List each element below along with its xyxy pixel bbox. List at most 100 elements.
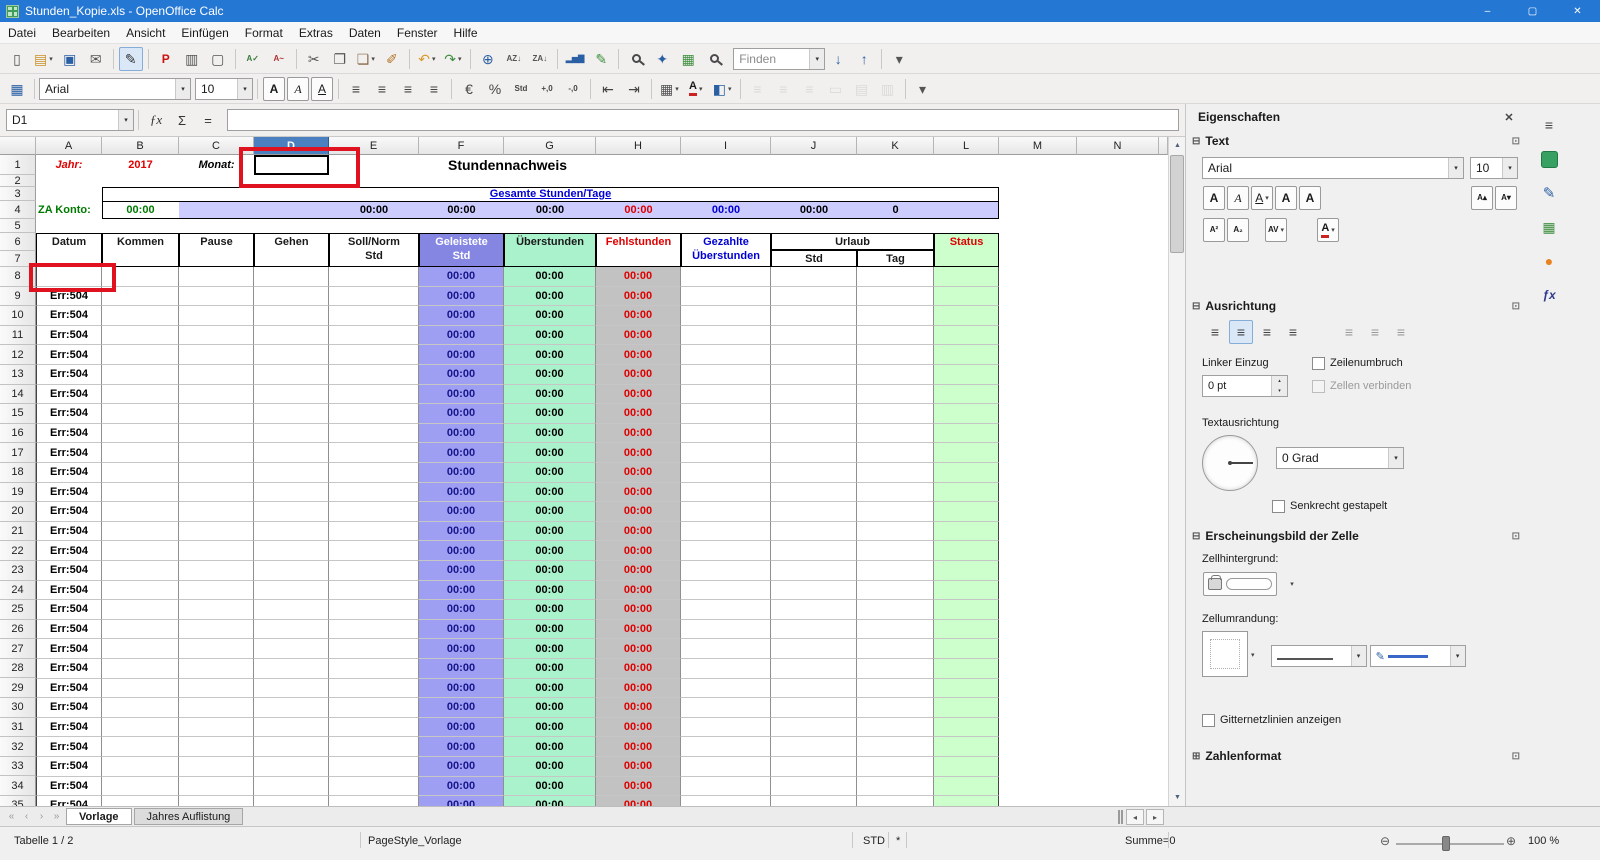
font-color-icon[interactable]: A▾ <box>1317 218 1339 242</box>
cell-F15[interactable]: 00:00 <box>419 404 504 424</box>
properties-deck-icon[interactable] <box>1536 146 1562 172</box>
cell-G20[interactable]: 00:00 <box>504 502 596 522</box>
cell-D16[interactable] <box>254 424 329 444</box>
cell-K22[interactable] <box>857 541 934 561</box>
gridlines-checkbox[interactable]: Gitternetzlinien anzeigen <box>1202 714 1341 727</box>
row-header-3[interactable]: 3 <box>0 187 36 201</box>
cell-B15[interactable] <box>102 404 179 424</box>
menu-hilfe[interactable]: Hilfe <box>446 22 486 43</box>
cell-D12[interactable] <box>254 345 329 365</box>
cell-K35[interactable] <box>857 796 934 806</box>
cell-E29[interactable] <box>329 679 419 699</box>
cell-J19[interactable] <box>771 483 857 503</box>
cell-F19[interactable]: 00:00 <box>419 483 504 503</box>
cell-E27[interactable] <box>329 639 419 659</box>
cell-I28[interactable] <box>681 659 771 679</box>
tab-jahres-auflistung[interactable]: Jahres Auflistung <box>134 808 244 825</box>
cell-E20[interactable] <box>329 502 419 522</box>
cell-I25[interactable] <box>681 600 771 620</box>
section-cell-appearance[interactable]: ⊟ Erscheinungsbild der Zelle ⊡ <box>1186 525 1528 547</box>
cell-C22[interactable] <box>179 541 254 561</box>
maximize-button[interactable]: ▢ <box>1510 0 1555 22</box>
cell-H14[interactable]: 00:00 <box>596 385 681 405</box>
cell-H11[interactable]: 00:00 <box>596 326 681 346</box>
border-preset-dropdown-icon[interactable]: ▾ <box>1251 651 1255 659</box>
toolbar-options-icon[interactable]: ▾ <box>887 47 911 71</box>
cell-k4[interactable]: 0 <box>857 201 934 219</box>
cell-J9[interactable] <box>771 287 857 307</box>
section-text[interactable]: ⊟ Text ⊡ <box>1186 130 1528 152</box>
row-header-25[interactable]: 25 <box>0 600 36 620</box>
cell-B30[interactable] <box>102 698 179 718</box>
function-wizard-icon[interactable]: ƒx <box>143 109 169 131</box>
cell-F20[interactable]: 00:00 <box>419 502 504 522</box>
cell-A18[interactable]: Err:504 <box>36 463 102 483</box>
zoom-slider-thumb[interactable] <box>1442 836 1450 851</box>
vertical-scroll-thumb[interactable] <box>1170 155 1184 253</box>
cell-K8[interactable] <box>857 267 934 287</box>
cell-L16[interactable] <box>934 424 999 444</box>
subscript-icon[interactable]: A₂ <box>1227 218 1249 242</box>
cell-B34[interactable] <box>102 777 179 797</box>
cell-C25[interactable] <box>179 600 254 620</box>
cell-F24[interactable]: 00:00 <box>419 581 504 601</box>
cell-A30[interactable]: Err:504 <box>36 698 102 718</box>
cell-D20[interactable] <box>254 502 329 522</box>
cell-F16[interactable]: 00:00 <box>419 424 504 444</box>
degrees-dropdown-icon[interactable]: ▾ <box>1388 448 1403 468</box>
cell-K34[interactable] <box>857 777 934 797</box>
cell-A10[interactable]: Err:504 <box>36 306 102 326</box>
cell-E34[interactable] <box>329 777 419 797</box>
cell-L29[interactable] <box>934 679 999 699</box>
header-gezahlte[interactable]: Gezahlte Überstunden <box>681 233 771 267</box>
cell-G29[interactable]: 00:00 <box>504 679 596 699</box>
cell-F35[interactable]: 00:00 <box>419 796 504 806</box>
italic-icon[interactable]: A <box>1227 186 1249 210</box>
cell-L24[interactable] <box>934 581 999 601</box>
cell-G9[interactable]: 00:00 <box>504 287 596 307</box>
cell-D26[interactable] <box>254 620 329 640</box>
cell-A21[interactable]: Err:504 <box>36 522 102 542</box>
cell-C19[interactable] <box>179 483 254 503</box>
cell-D31[interactable] <box>254 718 329 738</box>
cell-B9[interactable] <box>102 287 179 307</box>
cell-D25[interactable] <box>254 600 329 620</box>
cell-F9[interactable]: 00:00 <box>419 287 504 307</box>
cell-B20[interactable] <box>102 502 179 522</box>
cut-icon[interactable]: ✂ <box>302 47 326 71</box>
cell-E23[interactable] <box>329 561 419 581</box>
column-header-A[interactable]: A <box>36 137 102 155</box>
cell-E31[interactable] <box>329 718 419 738</box>
bold-icon[interactable]: A <box>1203 186 1225 210</box>
cell-L27[interactable] <box>934 639 999 659</box>
cell-C21[interactable] <box>179 522 254 542</box>
cell-D22[interactable] <box>254 541 329 561</box>
new-document-icon[interactable]: ▯ <box>5 47 29 71</box>
cell-H27[interactable]: 00:00 <box>596 639 681 659</box>
cell-H15[interactable]: 00:00 <box>596 404 681 424</box>
superscript-icon[interactable]: A² <box>1203 218 1225 242</box>
cell-F22[interactable]: 00:00 <box>419 541 504 561</box>
cell-J17[interactable] <box>771 443 857 463</box>
cell-K16[interactable] <box>857 424 934 444</box>
cell-a4-za-label[interactable]: ZA Konto: <box>36 201 102 219</box>
row-header-1[interactable]: 1 <box>0 155 36 175</box>
cell-J33[interactable] <box>771 757 857 777</box>
cell-E32[interactable] <box>329 737 419 757</box>
header-urlaub[interactable]: Urlaub <box>771 233 934 250</box>
row-header-9[interactable]: 9 <box>0 287 36 307</box>
cell-A11[interactable]: Err:504 <box>36 326 102 346</box>
border-line-color-select[interactable]: ✎ ▾ <box>1370 645 1466 667</box>
cell-I14[interactable] <box>681 385 771 405</box>
cell-G31[interactable]: 00:00 <box>504 718 596 738</box>
toolbar-options-icon[interactable]: ▾ <box>911 77 935 101</box>
cell-J27[interactable] <box>771 639 857 659</box>
degrees-select[interactable]: 0 Grad ▾ <box>1276 447 1404 469</box>
cell-b4-za-value[interactable]: 00:00 <box>102 201 179 219</box>
align-bottom-icon[interactable]: ≡ <box>1389 320 1413 344</box>
cell-G24[interactable]: 00:00 <box>504 581 596 601</box>
cell-G35[interactable]: 00:00 <box>504 796 596 806</box>
cell-J14[interactable] <box>771 385 857 405</box>
menu-extras[interactable]: Extras <box>291 22 341 43</box>
row-header-29[interactable]: 29 <box>0 678 36 698</box>
